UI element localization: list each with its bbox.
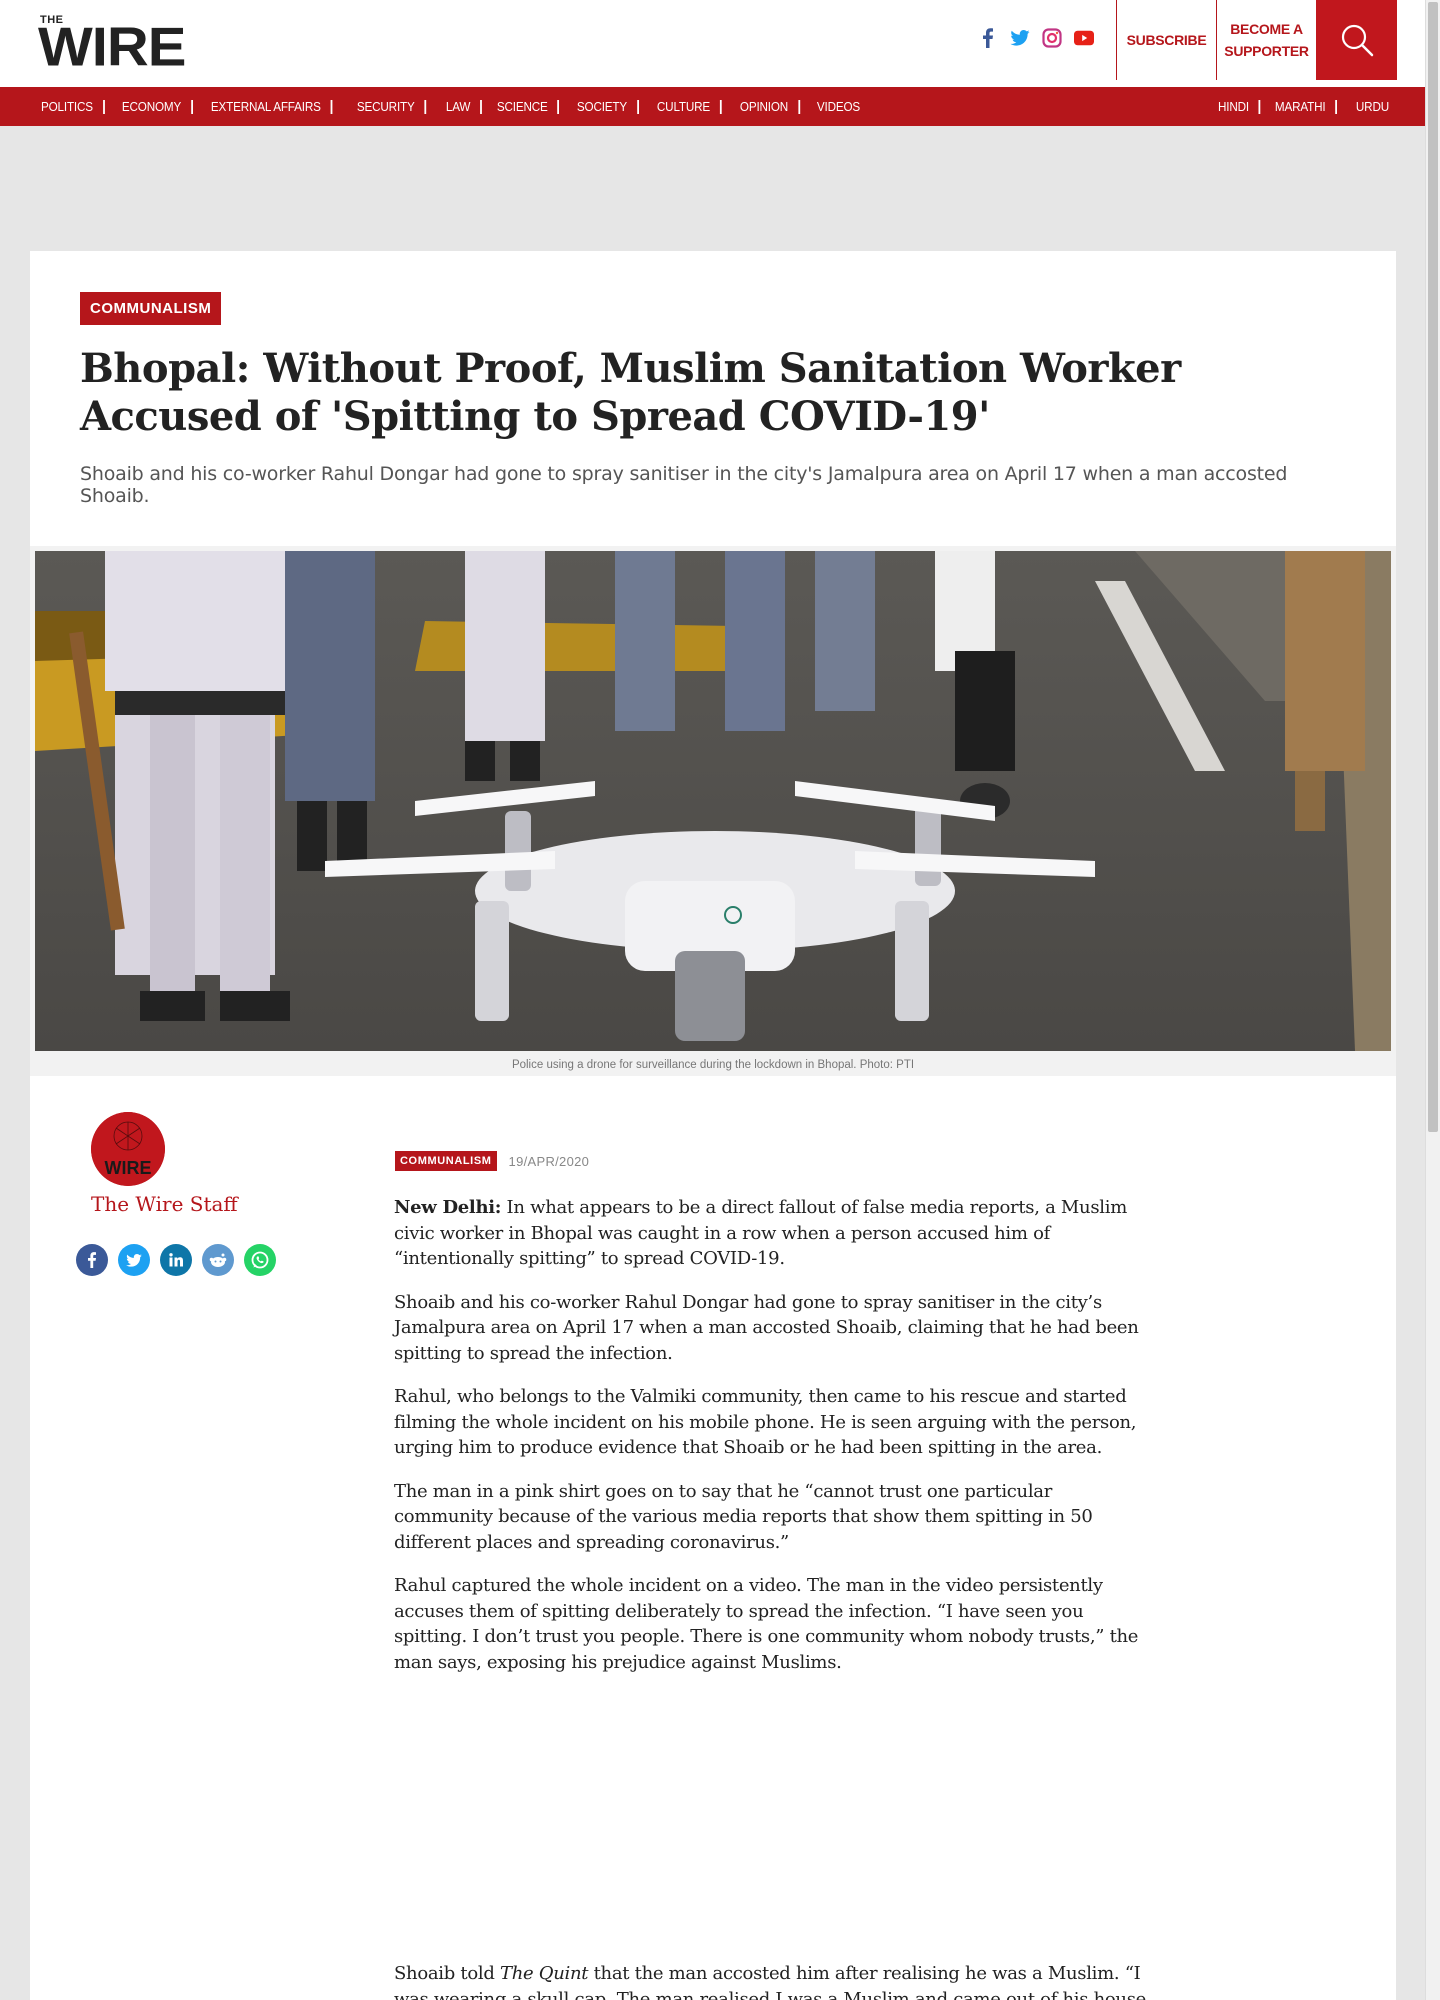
paragraph-1: New Delhi: In what appears to be a direc… [394, 1195, 1154, 1272]
nav-item-society[interactable]: SOCIETY [567, 99, 639, 114]
twitter-icon[interactable] [1010, 28, 1030, 48]
main-nav: POLITICS ECONOMY EXTERNAL AFFAIRS SECURI… [0, 87, 1425, 126]
subscribe-label: SUBSCRIBE [1126, 32, 1207, 48]
author-name[interactable]: The Wire Staff [91, 1192, 238, 1216]
the-quint-link-em: The Quint [499, 1963, 589, 1984]
scrollbar-thumb[interactable] [1428, 2, 1438, 1132]
paragraph-6-start: Shoaib [394, 1963, 461, 1984]
dateline: New Delhi: [394, 1197, 502, 1218]
youtube-icon[interactable] [1074, 28, 1094, 48]
nav-item-videos[interactable]: VIDEOS [807, 99, 870, 114]
supporter-label-line1: BECOME A [1230, 21, 1303, 37]
nav-item-opinion[interactable]: OPINION [730, 99, 800, 114]
paragraph-2: Shoaib and his co-worker Rahul Dongar ha… [394, 1291, 1139, 1364]
paragraph-6: Shoaib told The Quint that the man accos… [394, 1961, 1154, 2000]
twitter-share-icon[interactable] [118, 1244, 150, 1276]
nav-item-science[interactable]: SCIENCE [487, 99, 560, 114]
site-logo[interactable]: THE WIRE [38, 14, 220, 78]
meta-category-badge[interactable]: COMMUNALISM [395, 1151, 497, 1171]
nav-sections: POLITICS ECONOMY EXTERNAL AFFAIRS SECURI… [41, 87, 877, 126]
search-button[interactable] [1316, 0, 1397, 80]
subscribe-button[interactable]: SUBSCRIBE [1116, 0, 1216, 80]
publish-date: 19/APR/2020 [508, 1153, 590, 1169]
category-badge[interactable]: COMMUNALISM [80, 292, 222, 325]
image-caption: Police using a drone for surveillance du… [511, 1059, 915, 1071]
page-scrollbar[interactable] [1425, 0, 1440, 2000]
whatsapp-share-icon[interactable] [244, 1244, 276, 1276]
supporter-label-line2: SUPPORTER [1224, 43, 1309, 59]
featured-image [35, 551, 1391, 1051]
nav-item-law[interactable]: LAW [436, 99, 482, 114]
article-meta: COMMUNALISM 19/APR/2020 [395, 1151, 589, 1171]
nav-languages: HINDI MARATHI URDU [1218, 87, 1404, 126]
article-headline: Bhopal: Without Proof, Muslim Sanitation… [80, 345, 1181, 440]
linkedin-share-icon[interactable] [160, 1244, 192, 1276]
the-quint-link-text: told [460, 1963, 500, 1984]
article-card: COMMUNALISM Bhopal: Without Proof, Musli… [30, 251, 1396, 2000]
paragraph-3: Rahul, who belongs to the Valmiki commun… [394, 1386, 1137, 1458]
reddit-share-icon[interactable] [202, 1244, 234, 1276]
share-buttons [76, 1244, 276, 1276]
paragraph-4: The man in a pink shirt goes on to say t… [394, 1480, 1093, 1553]
article-body: New Delhi: In what appears to be a direc… [394, 1195, 1154, 1693]
logo-wire: WIRE [38, 16, 186, 78]
paragraph-1-text: In what appears to be a direct fallout o… [394, 1197, 1127, 1269]
paragraph-5: Rahul captured the whole incident on a v… [394, 1575, 1139, 1673]
search-icon [1341, 24, 1373, 57]
nav-item-hindi[interactable]: HINDI [1218, 99, 1261, 114]
facebook-share-icon[interactable] [76, 1244, 108, 1276]
social-links [978, 28, 1094, 48]
facebook-icon[interactable] [978, 28, 998, 48]
nav-item-urdu[interactable]: URDU [1346, 99, 1399, 114]
article-dek: Shoaib and his co-worker Rahul Dongar ha… [80, 463, 1288, 507]
nav-item-security[interactable]: SECURITY [347, 99, 427, 114]
become-supporter-button[interactable]: BECOME A SUPPORTER [1216, 0, 1316, 80]
site-header: THE WIRE SUBSCRIBE BECOME A SUPPORTER [0, 0, 1425, 87]
nav-item-marathi[interactable]: MARATHI [1265, 99, 1338, 114]
nav-item-economy[interactable]: ECONOMY [112, 99, 193, 114]
svg-text:WIRE: WIRE [105, 1158, 152, 1178]
the-quint-link[interactable]: told The Quint [460, 1963, 588, 1984]
nav-item-culture[interactable]: CULTURE [647, 99, 722, 114]
nav-item-politics[interactable]: POLITICS [41, 99, 105, 114]
nav-item-external-affairs[interactable]: EXTERNAL AFFAIRS [201, 99, 333, 114]
instagram-icon[interactable] [1042, 28, 1062, 48]
featured-image-block: Police using a drone for surveillance du… [30, 546, 1396, 1076]
author-avatar[interactable]: WIRE [91, 1112, 165, 1186]
